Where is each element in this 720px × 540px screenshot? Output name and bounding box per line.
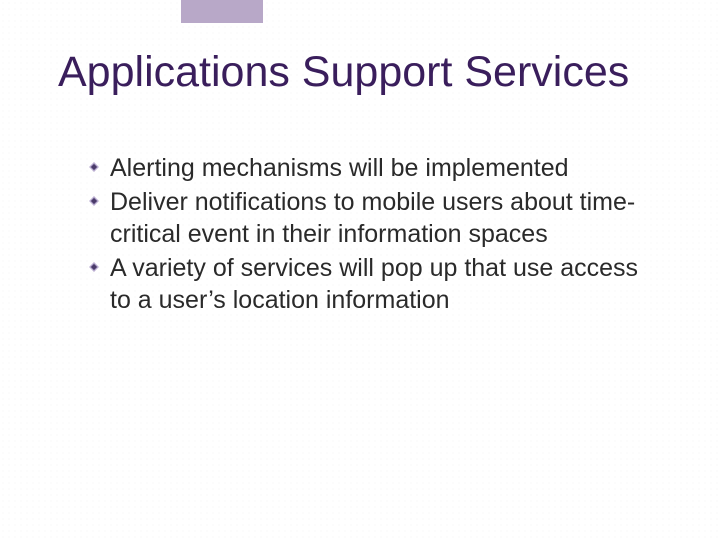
list-item: Deliver notifications to mobile users ab… — [88, 186, 660, 250]
slide-body: Alerting mechanisms will be implemented … — [88, 152, 660, 318]
list-item: Alerting mechanisms will be implemented — [88, 152, 660, 184]
diamond-bullet-icon — [88, 161, 100, 173]
bullet-text: Alerting mechanisms will be implemented — [110, 154, 569, 182]
diamond-bullet-icon — [88, 195, 100, 207]
slide: Applications Support Services Alerting m… — [0, 0, 720, 540]
bullet-text: Deliver notifications to mobile users ab… — [110, 188, 635, 248]
slide-title: Applications Support Services — [58, 48, 629, 97]
list-item: A variety of services will pop up that u… — [88, 252, 660, 316]
diamond-bullet-icon — [88, 261, 100, 273]
bullet-text: A variety of services will pop up that u… — [110, 254, 638, 314]
